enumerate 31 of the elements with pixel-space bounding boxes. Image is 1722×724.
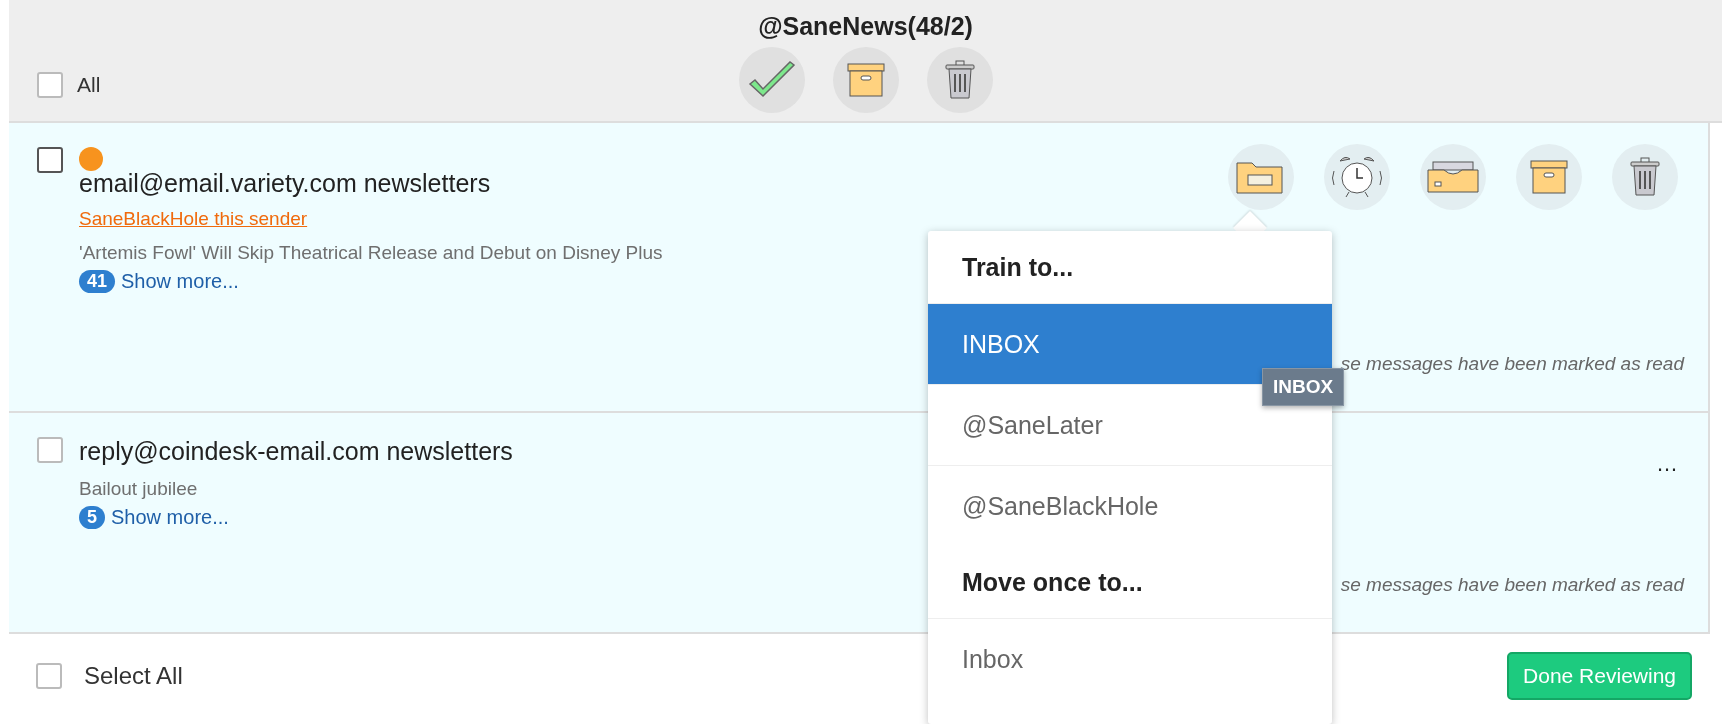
message-count: 41 <box>79 270 116 293</box>
checkmark-icon <box>746 60 797 100</box>
menu-heading: Train to... <box>961 251 1075 283</box>
subject-text: 'Artemis Fowl' Will Skip Theatrical Release and Debut on Disney Plus <box>79 242 663 264</box>
tooltip: INBOX <box>1262 368 1345 406</box>
message-count: 5 <box>79 506 105 529</box>
checkbox[interactable] <box>37 72 63 98</box>
menu-heading: Move once to... <box>961 566 1144 598</box>
blackhole-sender-link[interactable]: SaneBlackHole this sender <box>79 208 308 230</box>
read-note: se messages have been marked as read <box>1340 574 1684 596</box>
checkbox[interactable] <box>36 663 62 689</box>
more-button[interactable]: … <box>1656 451 1678 477</box>
folder-icon <box>1236 159 1286 195</box>
folder-title: @SaneNews(48/2) <box>758 12 973 41</box>
show-more-link[interactable]: Show more... <box>121 270 239 293</box>
trash-icon <box>1629 157 1661 197</box>
show-more-link[interactable]: Show more... <box>111 506 229 529</box>
menu-item[interactable]: @SaneBlackHole <box>928 465 1332 546</box>
select-all-label: Select All <box>84 662 183 690</box>
menu-item[interactable]: Inbox <box>928 618 1332 699</box>
alarm-clock-icon <box>1330 155 1384 199</box>
inbox-tray-icon <box>1427 160 1479 194</box>
subject-text: Bailout jubilee <box>79 478 198 500</box>
archive-box-icon <box>846 62 885 98</box>
checkbox[interactable] <box>37 437 63 463</box>
sender-name: email@email.variety.com newsletters <box>79 169 491 198</box>
select-all-label: All <box>77 73 101 97</box>
archive-box-icon <box>1530 159 1568 195</box>
trash-icon <box>943 60 976 100</box>
sender-name: reply@coindesk-email.com newsletters <box>79 437 513 466</box>
checkbox[interactable] <box>37 147 63 173</box>
